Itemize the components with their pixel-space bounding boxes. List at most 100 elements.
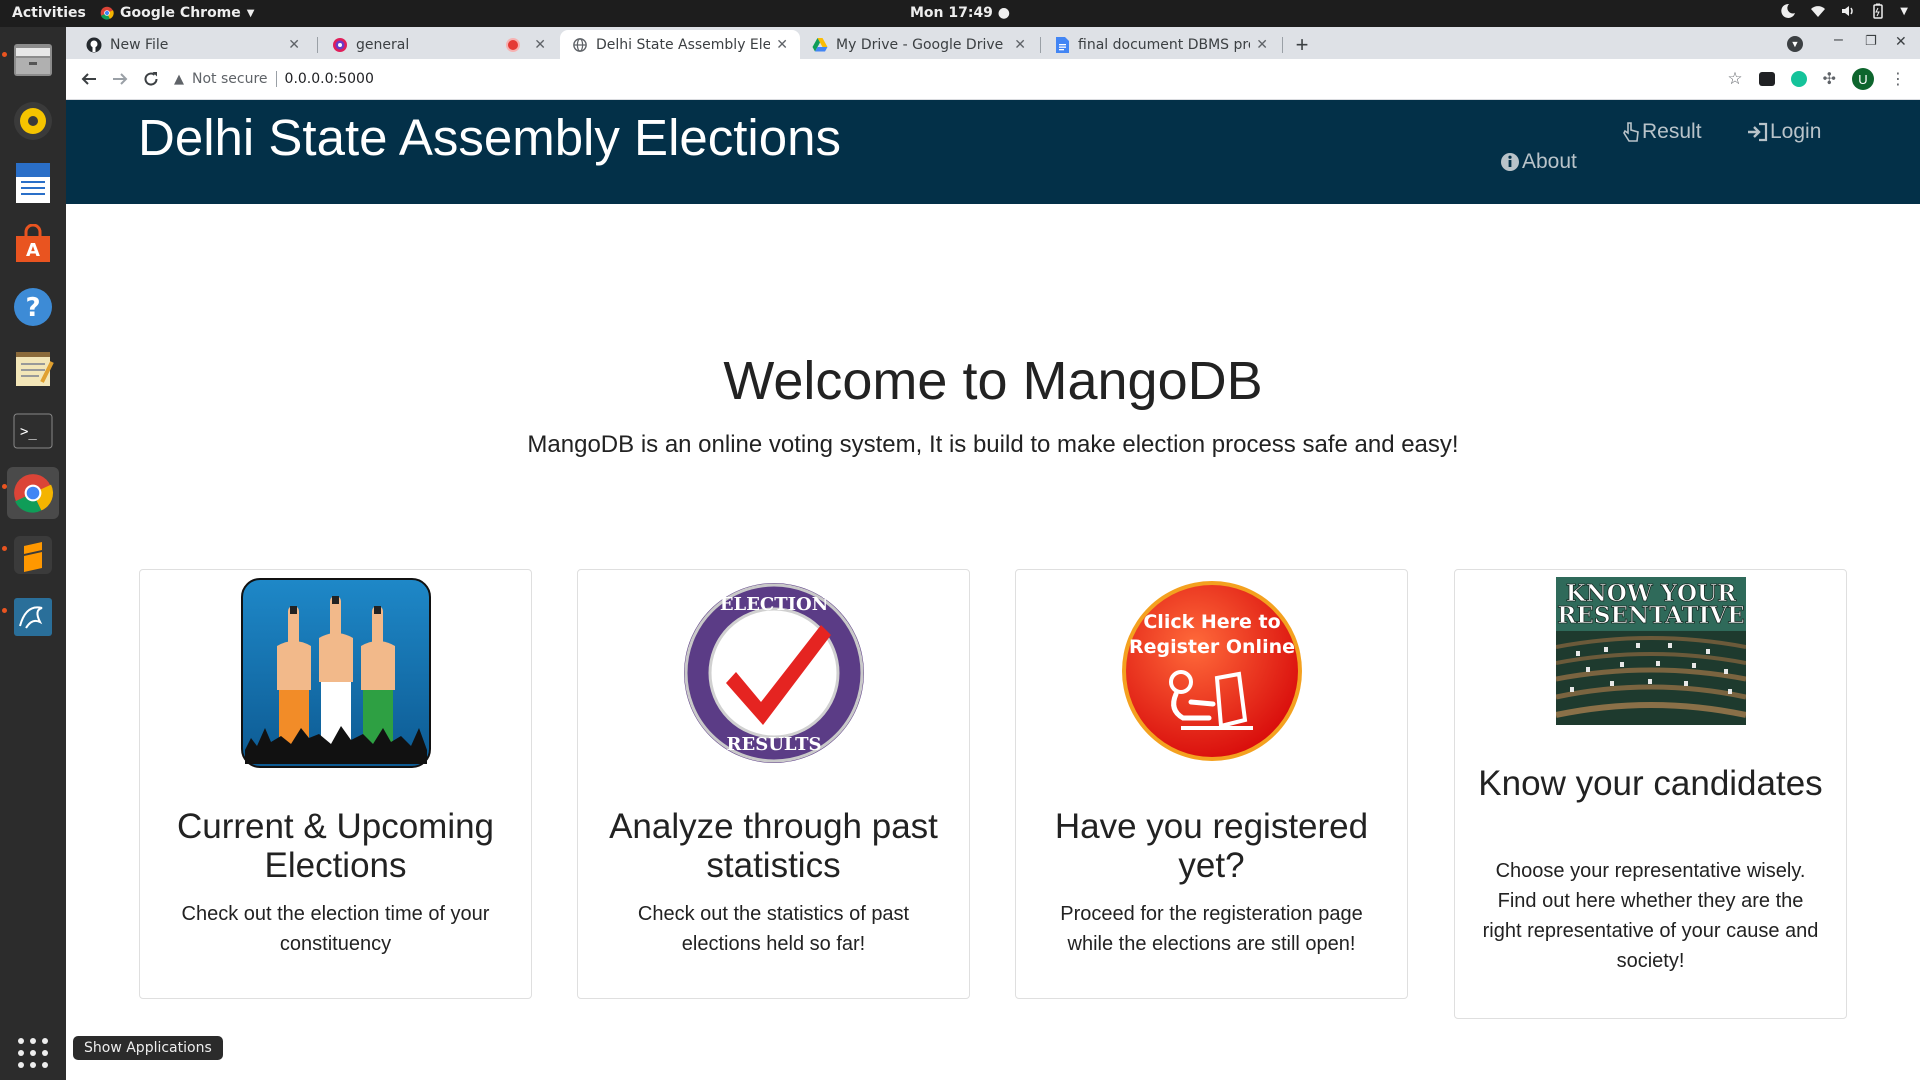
chrome-icon [100,6,114,20]
sublime-text-app-icon[interactable] [7,529,59,581]
system-menu-chevron-icon[interactable]: ▼ [1900,6,1908,17]
register-badge-line2: Register Online [1128,636,1294,658]
svg-text:A: A [26,240,40,261]
github-icon [86,37,102,53]
card-text: Check out the election time of your cons… [181,903,490,955]
tab-title: final document DBMS pro [1078,36,1251,53]
tab-separator [317,37,318,53]
url-text[interactable]: 0.0.0.0:5000 [285,71,374,87]
tab-search-icon[interactable]: ▼ [1787,36,1803,52]
tab-separator [1282,37,1283,53]
nav-result[interactable]: Result [1622,120,1702,144]
close-icon[interactable]: ✕ [288,37,300,53]
card-past-statistics[interactable]: ELECTION RESULTS Analyze through past st… [577,569,970,999]
forward-icon[interactable] [109,68,131,90]
docs-icon [1054,36,1070,53]
warning-icon[interactable]: ▲ [174,72,184,87]
system-top-bar: Activities Google Chrome ▼ Mon 17:49 ● ▼ [0,0,1920,27]
browser-toolbar: ▲ Not secure 0.0.0.0:5000 ☆ ✣ U ⋮ [66,59,1920,100]
card-text: Choose your representative wisely. Find … [1482,860,1819,972]
know-your-representative-image: KNOW YOUR RESENTATIVE [1555,577,1746,725]
extension-icon[interactable] [1758,72,1775,86]
activities-button[interactable]: Activities [12,5,86,21]
nav-about[interactable]: About [1500,150,1577,174]
close-icon[interactable]: ✕ [1014,37,1026,53]
app-menu[interactable]: Google Chrome ▼ [100,5,254,21]
globe-icon [572,37,588,53]
badge-bottom-text: RESULTS [726,734,821,755]
wifi-icon[interactable] [1810,3,1826,19]
battery-icon[interactable] [1870,3,1886,19]
mysql-workbench-app-icon[interactable] [7,591,59,643]
register-online-button-image[interactable]: Click Here to Register Online [1121,580,1303,762]
close-icon[interactable]: ✕ [1256,37,1268,53]
chrome-app-icon[interactable] [7,467,59,519]
puzzle-icon[interactable]: ✣ [1823,69,1836,89]
close-icon[interactable]: ✕ [534,37,546,53]
card-register[interactable]: Click Here to Register Online Have you r… [1015,569,1408,999]
card-know-candidates[interactable]: KNOW YOUR RESENTATIVE Know your candidat… [1454,569,1847,1019]
browser-window: New File ✕ general ✕ Delhi State Assembl… [66,27,1920,100]
grammarly-icon[interactable] [1790,71,1807,87]
tab-title: general [356,36,410,53]
maximize-icon[interactable]: ❐ [1865,33,1877,49]
address-bar[interactable]: ▲ Not secure 0.0.0.0:5000 [174,65,1814,93]
volume-icon[interactable] [1840,3,1856,19]
more-menu-icon[interactable]: ⋮ [1890,69,1906,89]
tab-google-drive[interactable]: My Drive - Google Drive ✕ [800,30,1038,59]
close-icon[interactable]: ✕ [776,37,788,53]
bookmark-star-icon[interactable]: ☆ [1727,69,1742,89]
card-current-elections[interactable]: Current & Upcoming Elections Check out t… [139,569,532,999]
tab-delhi-elections[interactable]: Delhi State Assembly Elec ✕ [560,30,800,59]
sign-in-icon [1748,122,1768,142]
hand-pointer-icon [1623,122,1639,142]
reload-icon[interactable] [140,68,162,90]
new-tab-button[interactable]: + [1288,32,1316,58]
files-app-icon[interactable] [7,33,59,85]
text-editor-app-icon[interactable] [7,343,59,395]
rhythmbox-app-icon[interactable] [7,95,59,147]
voting-hands-image [240,578,431,768]
avatar[interactable]: U [1852,68,1874,90]
chevron-down-icon: ▼ [246,7,255,19]
nav-login[interactable]: Login [1746,120,1821,144]
back-icon[interactable] [78,68,100,90]
clock[interactable]: Mon 17:49 [910,5,993,21]
card-title: Analyze through past statistics [609,807,938,885]
nav-result-label: Result [1642,120,1702,143]
tab-general[interactable]: general ✕ [320,30,558,59]
web-page: Delhi State Assembly Elections Result Lo… [66,100,1920,1080]
show-applications-icon[interactable] [7,1027,59,1079]
security-status[interactable]: Not secure [192,71,268,87]
night-light-icon[interactable] [1780,3,1796,19]
tab-strip: New File ✕ general ✕ Delhi State Assembl… [66,27,1920,59]
tab-new-file[interactable]: New File ✕ [74,30,312,59]
recording-icon [508,39,519,50]
hero-subtitle: MangoDB is an online voting system, It i… [527,431,1459,458]
app-menu-label: Google Chrome [120,5,241,21]
card-title: Know your candidates [1478,764,1823,803]
divider [275,71,277,87]
writer-app-icon[interactable] [7,157,59,209]
banner-text-line2: RESENTATIVE [1557,602,1745,629]
show-applications-tooltip: Show Applications [73,1036,223,1060]
terminal-app-icon[interactable]: >_ [7,405,59,457]
window-close-icon[interactable]: ✕ [1895,33,1907,50]
svg-text:>_: >_ [20,424,37,440]
application-dock: A ? >_ [0,27,66,1080]
tab-title: Delhi State Assembly Elec [596,36,771,53]
help-app-icon[interactable]: ? [7,281,59,333]
card-text: Proceed for the registeration page while… [1060,903,1363,955]
software-center-app-icon[interactable]: A [7,219,59,271]
site-header: Delhi State Assembly Elections Result Lo… [66,100,1920,204]
tab-separator [1040,37,1041,53]
tab-final-document[interactable]: final document DBMS pro ✕ [1042,30,1280,59]
card-text: Check out the statistics of past electio… [637,903,910,955]
drive-icon [812,37,828,53]
site-brand[interactable]: Delhi State Assembly Elections [138,108,841,167]
card-title: Current & Upcoming Elections [176,807,495,885]
chat-icon [332,37,348,53]
minimize-icon[interactable]: – [1834,31,1843,49]
election-results-badge-image: ELECTION RESULTS [683,583,864,763]
svg-text:?: ? [25,293,40,323]
